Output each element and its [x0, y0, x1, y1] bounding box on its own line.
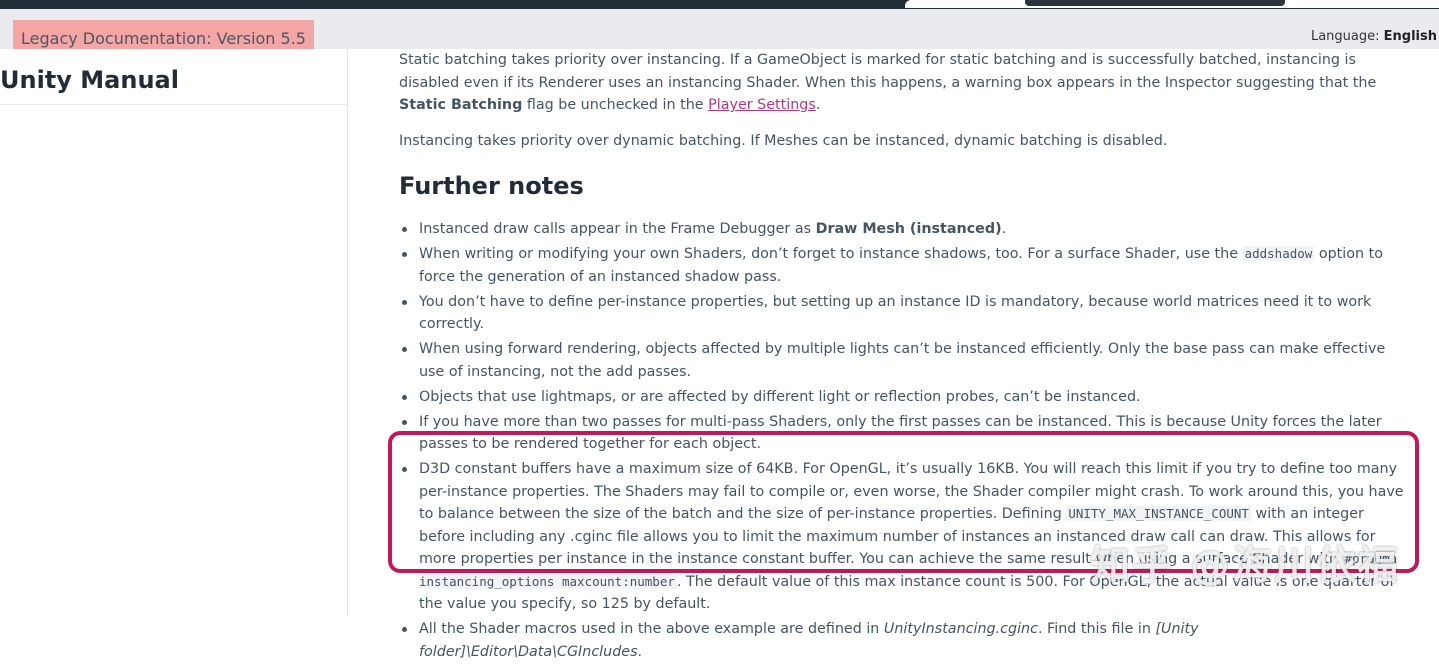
further-notes-heading: Further notes — [399, 172, 584, 200]
manual-title[interactable]: Unity Manual — [0, 66, 179, 94]
language-value[interactable]: English — [1384, 29, 1437, 44]
top-nav-bar — [0, 0, 1439, 9]
legacy-banner: Legacy Documentation: Version 5.5 Langua… — [0, 9, 1439, 58]
language-prefix: Language: — [1310, 29, 1380, 44]
static-batching-term: Static Batching — [399, 97, 523, 113]
list-item: Objects that use lightmaps, or are affec… — [399, 386, 1414, 409]
list-item: All the Shader macros used in the above … — [399, 618, 1414, 663]
list-item: Instanced draw calls appear in the Frame… — [399, 218, 1414, 241]
watermark: 知乎 @海川依福 — [1090, 543, 1400, 589]
language-selector[interactable]: Language: English — [1311, 29, 1437, 44]
paragraph-dynamic-batching: Instancing takes priority over dynamic b… — [399, 133, 1168, 149]
top-nav-dropdown — [1025, 0, 1285, 6]
sidebar-divider — [0, 104, 347, 105]
list-item: When writing or modifying your own Shade… — [399, 243, 1414, 288]
list-item: You don’t have to define per-instance pr… — [399, 291, 1414, 336]
sidebar: Unity Manual — [0, 49, 348, 616]
paragraph-static-batching: Static batching takes priority over inst… — [399, 52, 1377, 113]
list-item: When using forward rendering, objects af… — [399, 338, 1414, 383]
addshadow-code: addshadow — [1242, 246, 1315, 261]
player-settings-link[interactable]: Player Settings — [708, 97, 816, 113]
